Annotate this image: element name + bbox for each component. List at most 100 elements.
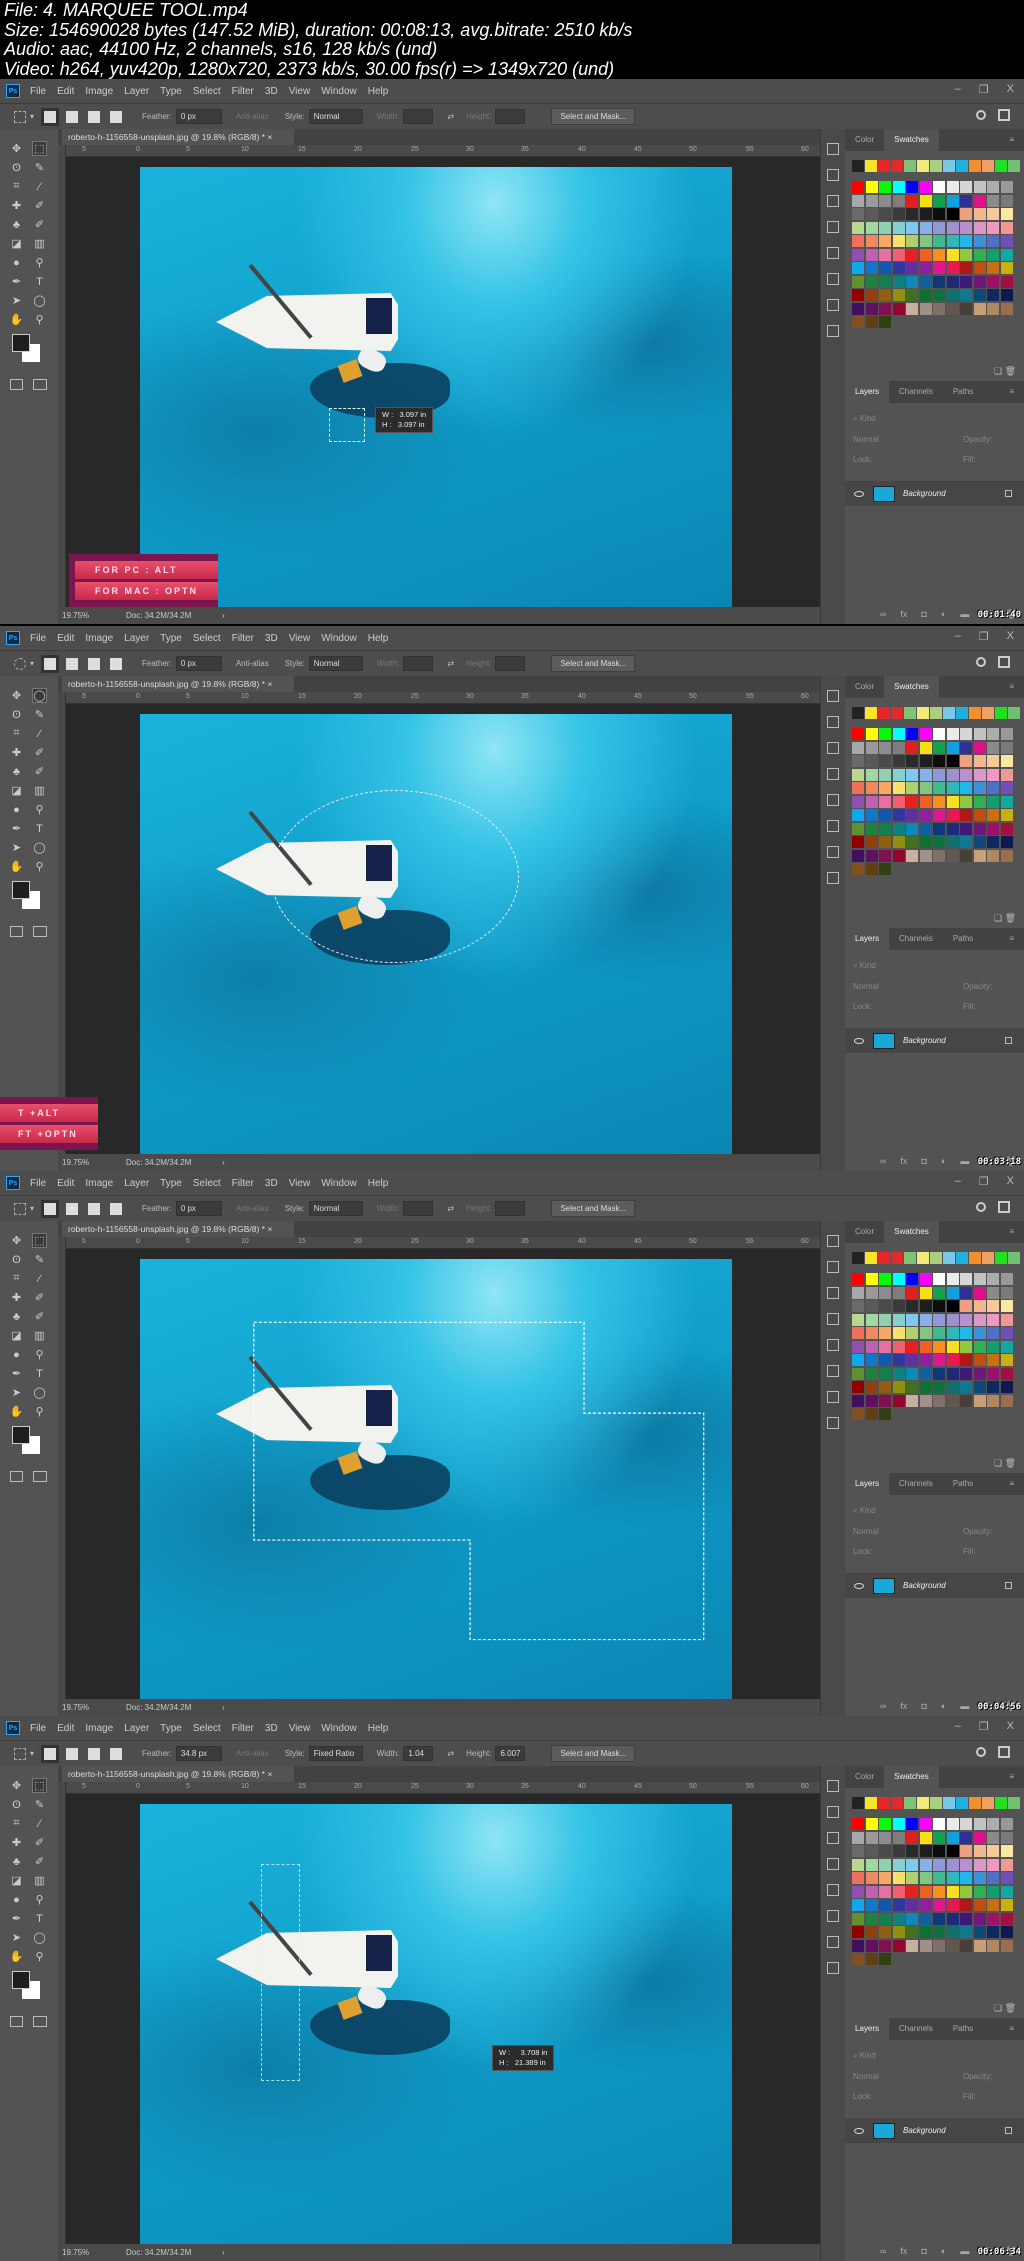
color-swatch[interactable] (933, 248, 945, 261)
filter-kind-select[interactable]: ⌕ Kind (853, 414, 876, 424)
subtract-selection-button[interactable] (88, 1747, 101, 1760)
delete-swatch-icon[interactable]: 🗑 (1005, 1458, 1016, 1468)
blend-mode-select[interactable]: Normal (853, 1527, 963, 1536)
clone-stamp-icon[interactable]: ♣ (9, 217, 24, 232)
lasso-icon[interactable]: ʘ (9, 1797, 24, 1812)
adjustments-icon[interactable] (827, 1884, 839, 1896)
color-swatch[interactable] (973, 1939, 986, 1952)
layer-row-background[interactable]: Background (845, 1028, 1024, 1053)
color-swatch[interactable] (987, 302, 999, 315)
color-swatch[interactable] (919, 262, 932, 274)
color-swatch[interactable] (946, 1858, 959, 1871)
color-swatch[interactable] (906, 1858, 918, 1871)
type-icon[interactable]: T (32, 274, 47, 289)
color-swatch[interactable] (933, 755, 945, 767)
color-swatch[interactable] (906, 302, 918, 315)
color-swatch[interactable] (946, 755, 959, 767)
color-swatch[interactable] (987, 1340, 999, 1353)
color-swatch[interactable] (892, 302, 905, 315)
color-swatch[interactable] (852, 809, 864, 821)
color-swatch[interactable] (906, 1367, 918, 1380)
color-swatch[interactable] (919, 1327, 932, 1339)
menu-type[interactable]: Type (160, 1723, 182, 1734)
color-swatch[interactable] (865, 1408, 878, 1420)
color-swatch[interactable] (987, 849, 999, 862)
color-swatch[interactable] (865, 1300, 878, 1312)
recent-swatch[interactable] (878, 160, 890, 172)
color-swatch[interactable] (946, 262, 959, 274)
color-swatch[interactable] (987, 262, 999, 274)
close-button[interactable]: X (1007, 83, 1014, 96)
color-swatch[interactable] (892, 1327, 905, 1339)
color-swatch[interactable] (933, 822, 945, 835)
color-swatch[interactable] (1000, 1939, 1013, 1952)
history-icon[interactable] (827, 1780, 839, 1792)
color-swatch[interactable] (852, 1340, 864, 1353)
search-icon[interactable] (976, 1747, 986, 1757)
libraries-icon[interactable] (827, 1936, 839, 1948)
color-swatch[interactable] (960, 1286, 972, 1299)
recent-swatch[interactable] (943, 160, 955, 172)
link-layers-icon[interactable]: ∞ (880, 1156, 886, 1167)
menu-view[interactable]: View (289, 1178, 311, 1189)
foreground-color-swatch[interactable] (12, 1971, 30, 1989)
color-swatch[interactable] (960, 728, 972, 740)
color-swatch[interactable] (865, 1286, 878, 1299)
color-swatch[interactable] (973, 1885, 986, 1898)
select-and-mask-button[interactable]: Select and Mask... (551, 1745, 636, 1762)
color-swatch[interactable] (933, 1845, 945, 1857)
color-swatch[interactable] (906, 795, 918, 808)
add-selection-button[interactable] (66, 110, 79, 123)
color-swatch[interactable] (892, 1858, 905, 1871)
color-swatch[interactable] (973, 741, 986, 754)
color-swatch[interactable] (946, 1273, 959, 1285)
recent-swatch[interactable] (995, 160, 1007, 172)
color-swatch[interactable] (987, 1313, 999, 1326)
color-swatch[interactable] (879, 1313, 891, 1326)
color-swatch[interactable] (865, 1953, 878, 1965)
recent-swatch[interactable] (930, 1797, 942, 1809)
tab-paths[interactable]: Paths (943, 2018, 983, 2040)
add-selection-button[interactable] (66, 657, 79, 670)
close-button[interactable]: X (1007, 1720, 1014, 1733)
recent-swatch[interactable] (904, 1252, 916, 1264)
color-swatch[interactable] (879, 1273, 891, 1285)
color-swatch[interactable] (933, 1394, 945, 1407)
color-swatch[interactable] (960, 235, 972, 247)
tab-swatches[interactable]: Swatches (884, 1221, 939, 1243)
color-swatch[interactable] (960, 1926, 972, 1938)
recent-swatch[interactable] (865, 160, 877, 172)
color-swatch[interactable] (933, 768, 945, 781)
recent-swatch[interactable] (995, 707, 1007, 719)
color-swatch[interactable] (906, 782, 918, 794)
color-swatch[interactable] (906, 1381, 918, 1393)
color-swatch[interactable] (987, 809, 999, 821)
color-swatch[interactable] (919, 1872, 932, 1884)
color-swatch[interactable] (919, 235, 932, 247)
color-swatch[interactable] (865, 1845, 878, 1857)
menu-help[interactable]: Help (368, 633, 389, 644)
color-swatch[interactable] (919, 836, 932, 848)
quick-selection-icon[interactable]: ✎ (32, 1797, 47, 1812)
color-swatch[interactable] (1000, 275, 1013, 288)
layer-row-background[interactable]: Background (845, 481, 1024, 506)
color-swatch[interactable] (973, 1845, 986, 1857)
quick-mask-icon[interactable] (10, 379, 23, 390)
color-swatch[interactable] (879, 248, 891, 261)
color-swatch[interactable] (865, 1885, 878, 1898)
rectangular-marquee-icon[interactable]: ⬚ (32, 141, 47, 156)
color-swatch[interactable] (973, 1818, 986, 1830)
adjustment-layer-icon[interactable]: ◐ (941, 1701, 946, 1712)
color-swatch[interactable] (892, 809, 905, 821)
menu-select[interactable]: Select (193, 633, 221, 644)
color-swatch[interactable] (1000, 1831, 1013, 1844)
color-swatch[interactable] (892, 1926, 905, 1938)
color-swatch[interactable] (865, 194, 878, 207)
color-swatch[interactable] (1000, 1340, 1013, 1353)
color-swatch[interactable] (852, 1313, 864, 1326)
color-swatch[interactable] (919, 208, 932, 220)
color-swatch[interactable] (919, 1818, 932, 1830)
move-icon[interactable]: ✥ (9, 688, 24, 703)
subtract-selection-button[interactable] (88, 110, 101, 123)
color-swatch[interactable] (973, 1367, 986, 1380)
